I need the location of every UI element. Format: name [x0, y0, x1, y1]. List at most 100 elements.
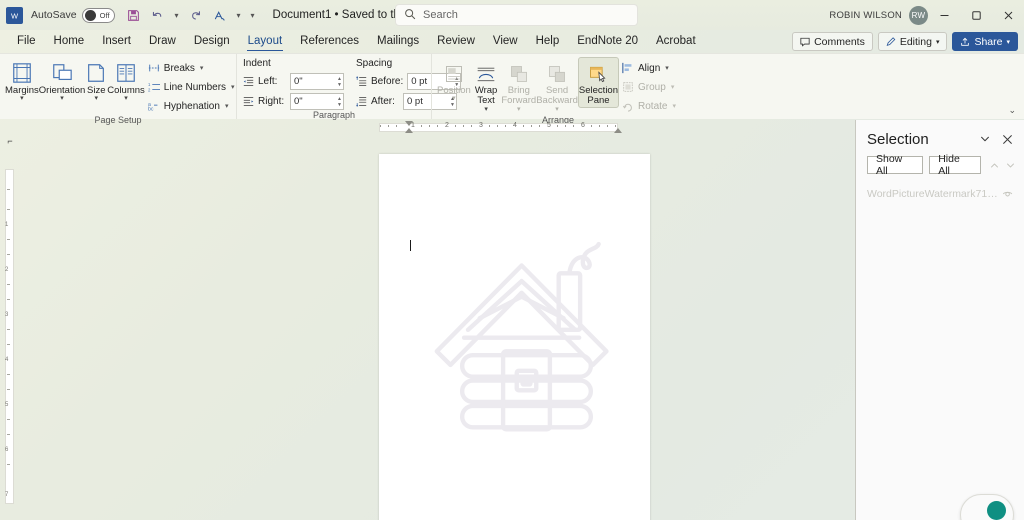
tab-insert[interactable]: Insert — [93, 30, 140, 53]
indent-right-icon — [243, 96, 254, 107]
format-painter-icon[interactable] — [209, 4, 231, 26]
orientation-icon — [51, 60, 73, 84]
save-icon[interactable] — [123, 4, 145, 26]
autosave-toggle[interactable]: Off — [82, 8, 115, 23]
breaks-chevron-down-icon[interactable]: ▾ — [200, 64, 204, 72]
tab-file[interactable]: File — [8, 30, 45, 53]
eye-hidden-icon[interactable] — [1000, 188, 1016, 200]
workspace: 1 2 3 4 5 6 ⌐ 1 2 3 4 5 6 — [0, 120, 1024, 520]
search-box[interactable]: Search — [395, 4, 638, 26]
orientation-button[interactable]: Orientation ▾ — [39, 57, 85, 104]
selection-pane-button[interactable]: Selection Pane — [578, 57, 619, 108]
position-button[interactable]: Position ▾ — [437, 57, 471, 104]
size-chevron-down-icon[interactable]: ▾ — [95, 96, 99, 104]
margins-chevron-down-icon[interactable]: ▾ — [20, 96, 24, 104]
send-backward-button[interactable]: Send Backward ▾ — [536, 57, 578, 115]
svg-text:2: 2 — [148, 87, 151, 92]
avatar[interactable]: RW — [909, 6, 928, 25]
columns-button[interactable]: Columns ▾ — [107, 57, 145, 104]
size-button[interactable]: Size ▾ — [85, 57, 107, 104]
accessibility-badge-dot — [987, 501, 1006, 520]
orientation-chevron-down-icon[interactable]: ▾ — [60, 96, 64, 104]
redo-icon[interactable] — [185, 4, 207, 26]
horizontal-ruler[interactable]: 1 2 3 4 5 6 — [0, 120, 855, 134]
right-indent-marker[interactable] — [614, 128, 622, 133]
undo-icon[interactable] — [147, 4, 169, 26]
minimize-icon[interactable] — [928, 0, 960, 30]
group-chevron-down-icon[interactable]: ▾ — [671, 83, 675, 91]
tab-mailings[interactable]: Mailings — [368, 30, 428, 53]
line-numbers-chevron-down-icon[interactable]: ▾ — [231, 83, 235, 91]
spacing-before-icon — [356, 76, 367, 87]
first-line-indent-marker[interactable] — [405, 121, 413, 126]
hyphenation-button[interactable]: abc Hyphenation ▾ — [145, 97, 238, 115]
comments-button[interactable]: Comments — [792, 32, 873, 51]
tab-view[interactable]: View — [484, 30, 527, 53]
hyphenation-chevron-down-icon[interactable]: ▾ — [225, 102, 229, 110]
ribbon-collapse-icon[interactable]: ⌄ — [1008, 105, 1016, 116]
hide-all-button[interactable]: Hide All — [929, 156, 981, 174]
reorder-up-icon[interactable] — [987, 157, 1002, 173]
share-chevron-down-icon[interactable]: ▾ — [1006, 38, 1010, 46]
wrap-text-chevron-down-icon[interactable]: ▾ — [484, 107, 488, 115]
rotate-chevron-down-icon[interactable]: ▾ — [672, 102, 676, 110]
editing-chevron-down-icon[interactable]: ▾ — [936, 38, 940, 46]
vertical-ruler[interactable]: ⌐ 1 2 3 4 5 6 7 — [2, 134, 15, 520]
bring-forward-button[interactable]: Bring Forward ▾ — [501, 57, 536, 115]
tab-home[interactable]: Home — [45, 30, 94, 53]
autosave-toggle-knob — [85, 10, 96, 21]
position-chevron-down-icon[interactable]: ▾ — [452, 96, 456, 104]
chevron-down-icon[interactable] — [974, 128, 996, 150]
title-bar: W AutoSave Off ▾ ▾ ▾ Document1 • Saved t… — [0, 0, 1024, 30]
rotate-button[interactable]: Rotate ▾ — [619, 97, 679, 115]
accessibility-badge[interactable] — [960, 494, 1014, 520]
tab-layout[interactable]: Layout — [239, 30, 292, 53]
position-icon — [444, 60, 464, 84]
customize-qat-icon[interactable]: ▾ — [247, 4, 259, 26]
breaks-button[interactable]: Breaks ▾ — [145, 59, 238, 77]
share-button[interactable]: Share ▾ — [952, 32, 1018, 51]
wrap-text-button[interactable]: Wrap Text ▾ — [471, 57, 502, 115]
autosave-control[interactable]: AutoSave Off — [31, 8, 115, 23]
document-page[interactable] — [379, 154, 650, 520]
vruler-num-6: 6 — [5, 447, 8, 453]
bring-forward-chevron-down-icon[interactable]: ▾ — [517, 107, 521, 115]
margins-button[interactable]: Margins ▾ — [5, 57, 39, 104]
line-numbers-button[interactable]: 12 Line Numbers ▾ — [145, 78, 238, 96]
align-chevron-down-icon[interactable]: ▾ — [665, 64, 669, 72]
tab-design[interactable]: Design — [185, 30, 239, 53]
spacing-after-value: 0 pt — [407, 96, 423, 107]
editing-button[interactable]: Editing ▾ — [878, 32, 948, 51]
reorder-down-icon[interactable] — [1003, 157, 1018, 173]
tab-references[interactable]: References — [291, 30, 368, 53]
tab-endnote[interactable]: EndNote 20 — [568, 30, 647, 53]
list-item[interactable]: WordPictureWatermark710... — [856, 184, 1024, 204]
log-cabin-watermark — [429, 236, 624, 451]
format-painter-dropdown-icon[interactable]: ▾ — [233, 4, 245, 26]
selection-pane-label: Selection Pane — [579, 86, 618, 107]
tab-help[interactable]: Help — [527, 30, 569, 53]
tab-review[interactable]: Review — [428, 30, 484, 53]
left-indent-marker[interactable] — [405, 128, 413, 133]
close-icon[interactable] — [992, 0, 1024, 30]
search-icon — [404, 8, 416, 23]
selection-pane-close-icon[interactable] — [996, 128, 1018, 150]
align-button[interactable]: Align ▾ — [619, 59, 679, 77]
tab-stop-left-icon[interactable]: ⌐ — [4, 135, 16, 147]
indent-right-stepper[interactable]: ▲▼ — [337, 94, 342, 109]
show-all-button[interactable]: Show All — [867, 156, 923, 174]
indent-left-row: Left: 0" ▲▼ — [243, 73, 344, 90]
tab-acrobat[interactable]: Acrobat — [647, 30, 705, 53]
indent-left-stepper[interactable]: ▲▼ — [337, 74, 342, 89]
send-backward-chevron-down-icon[interactable]: ▾ — [555, 107, 559, 115]
undo-dropdown-icon[interactable]: ▾ — [171, 4, 183, 26]
selection-pane-title: Selection — [867, 131, 974, 148]
group-button[interactable]: Group ▾ — [619, 78, 679, 96]
tab-draw[interactable]: Draw — [140, 30, 185, 53]
selection-pane: Selection Show All Hide All WordP — [855, 120, 1024, 520]
columns-chevron-down-icon[interactable]: ▾ — [124, 96, 128, 104]
indent-left-input[interactable]: 0" ▲▼ — [290, 73, 344, 90]
vruler-num-4: 4 — [5, 357, 8, 363]
indent-right-input[interactable]: 0" ▲▼ — [290, 93, 344, 110]
restore-icon[interactable] — [960, 0, 992, 30]
